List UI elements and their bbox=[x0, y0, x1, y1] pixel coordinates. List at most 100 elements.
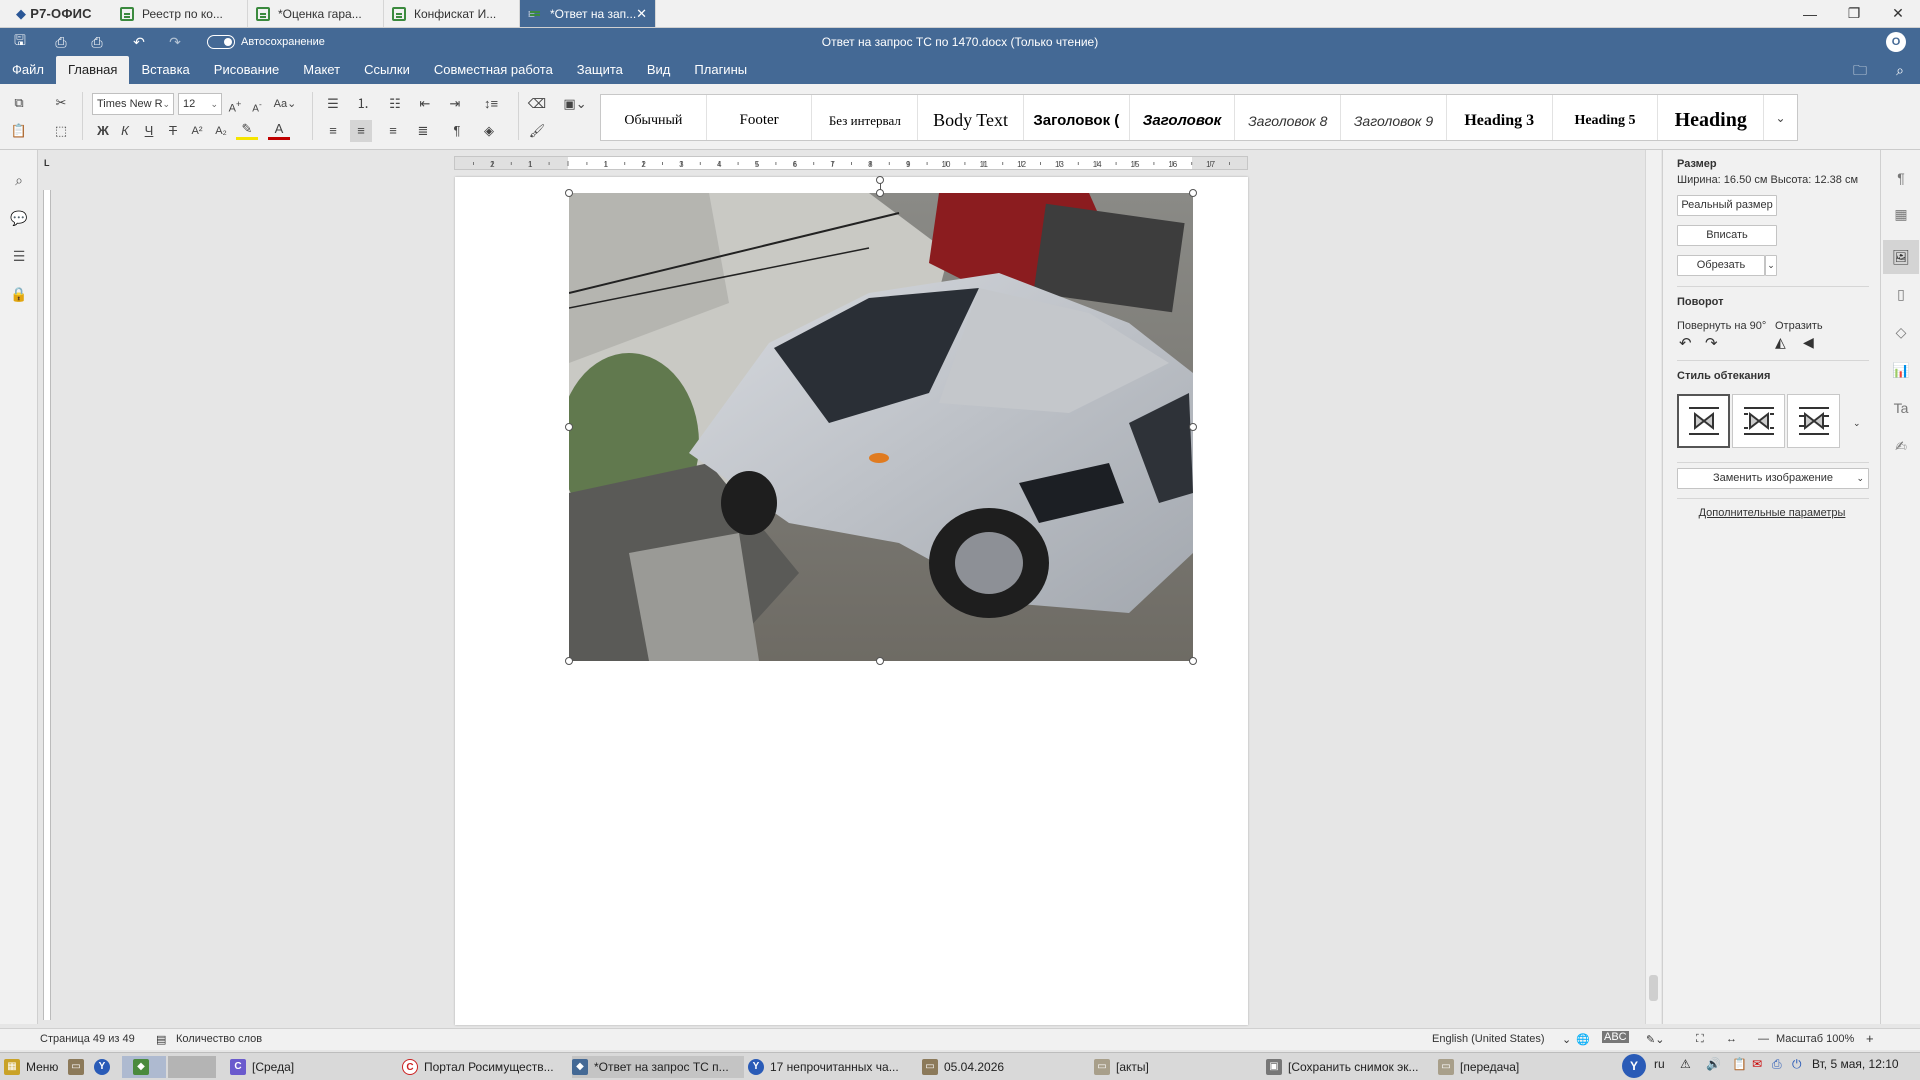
decrease-indent-icon[interactable]: ⇤ bbox=[414, 93, 436, 115]
tab-registry[interactable]: Реестр по ко... bbox=[112, 0, 248, 27]
style-heading-6[interactable]: Заголовок ( bbox=[1024, 95, 1130, 140]
crop-button[interactable]: Обрезать bbox=[1677, 255, 1765, 276]
font-name-select[interactable]: Times New R ⌄ bbox=[92, 93, 174, 115]
taskbar-item-portal[interactable]: C Портал Росимуществ... bbox=[402, 1056, 566, 1078]
menu-file[interactable]: Файл bbox=[0, 56, 56, 84]
select-all-icon[interactable]: ⬚ bbox=[50, 120, 72, 142]
autosave-toggle[interactable]: Автосохранение bbox=[207, 35, 325, 49]
increase-indent-icon[interactable]: ⇥ bbox=[444, 93, 466, 115]
file-manager-icon[interactable]: ▭ bbox=[68, 1056, 90, 1078]
menu-collaboration[interactable]: Совместная работа bbox=[422, 56, 565, 84]
menu-home[interactable]: Главная bbox=[55, 56, 130, 84]
tab-garage-estimate[interactable]: *Оценка гара... bbox=[248, 0, 384, 27]
style-body-text[interactable]: Body Text bbox=[918, 95, 1024, 140]
menu-plugins[interactable]: Плагины bbox=[682, 56, 759, 84]
chart-settings-icon[interactable]: 📊 bbox=[1889, 358, 1913, 382]
flip-vertical-icon[interactable]: ◀ bbox=[1803, 334, 1814, 351]
align-right-icon[interactable]: ≡ bbox=[382, 120, 404, 142]
rotate-handle[interactable] bbox=[876, 176, 884, 184]
resize-handle[interactable] bbox=[565, 189, 573, 197]
print-icon[interactable]: ⎙ bbox=[43, 34, 79, 51]
scrollbar-thumb[interactable] bbox=[1649, 975, 1658, 1001]
line-spacing-icon[interactable]: ↕≡ bbox=[476, 93, 506, 115]
crop-dropdown-icon[interactable]: ⌄ bbox=[1765, 255, 1777, 276]
volume-icon[interactable]: 🔊 bbox=[1706, 1057, 1721, 1071]
open-location-icon[interactable]: 🗀 bbox=[1840, 56, 1880, 84]
workspace-switcher[interactable] bbox=[168, 1056, 216, 1078]
taskbar-item-sreda[interactable]: C [Среда] bbox=[230, 1056, 390, 1078]
keyboard-layout[interactable]: ru bbox=[1654, 1057, 1665, 1071]
start-menu-button[interactable]: ▦ Меню bbox=[4, 1056, 58, 1078]
shading-icon[interactable]: ◈ bbox=[478, 120, 500, 142]
style-normal[interactable]: Обычный bbox=[601, 95, 707, 140]
redo-icon[interactable]: ↷ bbox=[157, 34, 193, 51]
page-counter[interactable]: Страница 49 из 49 bbox=[40, 1033, 135, 1045]
resize-handle[interactable] bbox=[1189, 189, 1197, 197]
track-changes-icon[interactable]: ✎⌄ bbox=[1646, 1033, 1664, 1046]
close-window-icon[interactable]: ✕ bbox=[1876, 5, 1920, 22]
menu-layout[interactable]: Макет bbox=[291, 56, 352, 84]
resize-handle[interactable] bbox=[565, 657, 573, 665]
resize-handle[interactable] bbox=[1189, 657, 1197, 665]
multilevel-list-icon[interactable]: ☷ bbox=[384, 93, 406, 115]
resize-handle[interactable] bbox=[876, 657, 884, 665]
wrap-tight-option[interactable] bbox=[1787, 394, 1840, 448]
zoom-in-icon[interactable]: + bbox=[1866, 1031, 1874, 1046]
lock-icon[interactable]: 🔒 bbox=[9, 284, 29, 304]
search-icon[interactable]: ⌕ bbox=[1880, 56, 1920, 84]
style-no-spacing[interactable]: Без интервал bbox=[812, 95, 919, 140]
vertical-scrollbar[interactable] bbox=[1645, 150, 1661, 1024]
zoom-out-icon[interactable]: — bbox=[1758, 1033, 1769, 1045]
yandex-browser-icon[interactable]: Y bbox=[94, 1056, 116, 1078]
textart-settings-icon[interactable]: Ta bbox=[1889, 396, 1913, 420]
clear-formatting-icon[interactable]: ⌫ bbox=[526, 93, 548, 115]
quick-print-icon[interactable]: ⎙ bbox=[79, 34, 115, 51]
search-icon[interactable]: ⌕ bbox=[9, 170, 29, 190]
font-size-select[interactable]: 12 ⌄ bbox=[178, 93, 222, 115]
style-heading-3[interactable]: Heading 3 bbox=[1447, 95, 1553, 140]
car-photo[interactable] bbox=[569, 193, 1193, 661]
restore-icon[interactable]: ❐ bbox=[1832, 5, 1876, 22]
menu-references[interactable]: Ссылки bbox=[352, 56, 422, 84]
flip-horizontal-icon[interactable]: ◭ bbox=[1775, 334, 1786, 351]
system-clock[interactable]: Вт, 5 мая, 12:10 bbox=[1812, 1057, 1899, 1071]
user-avatar[interactable]: O bbox=[1886, 32, 1906, 52]
tab-reply-document[interactable]: ≡ *Ответ на зап... ✕ bbox=[520, 0, 656, 27]
copy-icon[interactable]: ⧉ bbox=[8, 92, 30, 114]
color-scheme-icon[interactable]: ▣⌄ bbox=[560, 93, 590, 115]
wrap-inline-option[interactable] bbox=[1677, 394, 1730, 448]
justify-icon[interactable]: ≣ bbox=[412, 120, 434, 142]
save-icon[interactable]: 🖫 bbox=[2, 30, 38, 54]
paragraph-marks-icon[interactable]: ¶ bbox=[446, 120, 468, 142]
style-heading-base[interactable]: Heading bbox=[1658, 95, 1765, 140]
clipboard-tray-icon[interactable]: 📋 bbox=[1732, 1057, 1747, 1071]
resize-handle[interactable] bbox=[565, 423, 573, 431]
numbered-list-icon[interactable]: ⒈ bbox=[352, 93, 374, 115]
notification-icon[interactable]: ✉ bbox=[1752, 1057, 1762, 1071]
advanced-settings-link[interactable]: Дополнительные параметры bbox=[1663, 507, 1881, 519]
fit-button[interactable]: Вписать bbox=[1677, 225, 1777, 246]
comments-icon[interactable]: 💬 bbox=[9, 208, 29, 228]
bold-icon[interactable]: Ж bbox=[92, 120, 114, 142]
shape-settings-icon[interactable]: ◇ bbox=[1889, 320, 1913, 344]
style-heading-5[interactable]: Heading 5 bbox=[1553, 95, 1659, 140]
fit-page-icon[interactable]: ⛶ bbox=[1696, 1033, 1704, 1046]
paragraph-settings-icon[interactable]: ¶ bbox=[1889, 166, 1913, 190]
taskbar-item-document[interactable]: ◆ *Ответ на запрос ТС п... bbox=[572, 1056, 744, 1078]
rotate-right-icon[interactable]: ↷ bbox=[1705, 334, 1718, 352]
close-tab-icon[interactable]: ✕ bbox=[636, 6, 647, 22]
language-select[interactable]: English (United States) bbox=[1432, 1033, 1545, 1045]
office-launcher-icon[interactable]: ◆ bbox=[122, 1056, 166, 1078]
taskbar-item-transfer[interactable]: ▭ [передача] bbox=[1438, 1056, 1598, 1078]
wrap-square-option[interactable] bbox=[1732, 394, 1785, 448]
menu-protection[interactable]: Защита bbox=[565, 56, 635, 84]
italic-icon[interactable]: К bbox=[114, 120, 136, 142]
resize-handle[interactable] bbox=[1189, 423, 1197, 431]
spellcheck-icon[interactable]: ABC bbox=[1602, 1031, 1629, 1043]
style-heading[interactable]: Заголовок bbox=[1130, 95, 1236, 140]
tab-confiscation[interactable]: Конфискат И... bbox=[384, 0, 520, 27]
decrease-font-icon[interactable]: A- bbox=[246, 93, 268, 115]
taskbar-item-messenger[interactable]: Y 17 непрочитанных ча... bbox=[748, 1056, 920, 1078]
real-size-button[interactable]: Реальный размер bbox=[1677, 195, 1777, 216]
subscript-icon[interactable]: A₂ bbox=[210, 120, 232, 142]
